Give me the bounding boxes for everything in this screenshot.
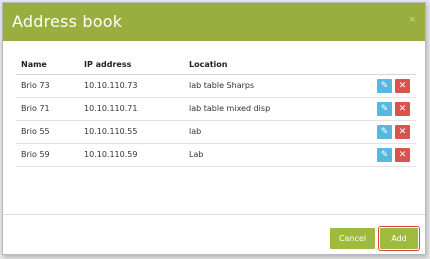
row-ip-address: 10.10.110.73 [84,81,138,90]
row-name: Brio 73 [21,81,50,90]
row-ip-address: 10.10.110.55 [84,127,138,136]
footer-divider [3,214,425,215]
address-table: Name IP address Location Brio 73 10.10.1… [16,56,416,167]
close-icon[interactable]: × [408,15,416,25]
header-name: Name [21,60,47,69]
row-location: Lab [189,150,204,159]
table-row: Brio 71 10.10.110.71 lab table mixed dis… [16,98,416,121]
table-row: Brio 73 10.10.110.73 lab table Sharps ✎ … [16,75,416,98]
table-header: Name IP address Location [16,56,416,75]
header-location: Location [189,60,228,69]
delete-icon[interactable]: ✕ [395,148,410,162]
row-name: Brio 71 [21,104,50,113]
edit-icon[interactable]: ✎ [377,79,392,93]
row-name: Brio 59 [21,150,50,159]
table-row: Brio 55 10.10.110.55 lab ✎ ✕ [16,121,416,144]
address-book-dialog: Address book × Name IP address Location … [2,2,426,255]
table-row: Brio 59 10.10.110.59 Lab ✎ ✕ [16,144,416,167]
edit-icon[interactable]: ✎ [377,102,392,116]
header-ip-address: IP address [84,60,132,69]
dialog-title: Address book [12,12,123,31]
delete-icon[interactable]: ✕ [395,102,410,116]
dialog-titlebar: Address book × [3,3,425,41]
cancel-button[interactable]: Cancel [330,228,375,249]
row-location: lab table mixed disp [189,104,271,113]
row-location: lab table Sharps [189,81,255,90]
edit-icon[interactable]: ✎ [377,148,392,162]
row-location: lab [189,127,202,136]
row-ip-address: 10.10.110.59 [84,150,138,159]
add-button[interactable]: Add [378,226,420,251]
edit-icon[interactable]: ✎ [377,125,392,139]
delete-icon[interactable]: ✕ [395,125,410,139]
delete-icon[interactable]: ✕ [395,79,410,93]
row-name: Brio 55 [21,127,50,136]
row-ip-address: 10.10.110.71 [84,104,138,113]
